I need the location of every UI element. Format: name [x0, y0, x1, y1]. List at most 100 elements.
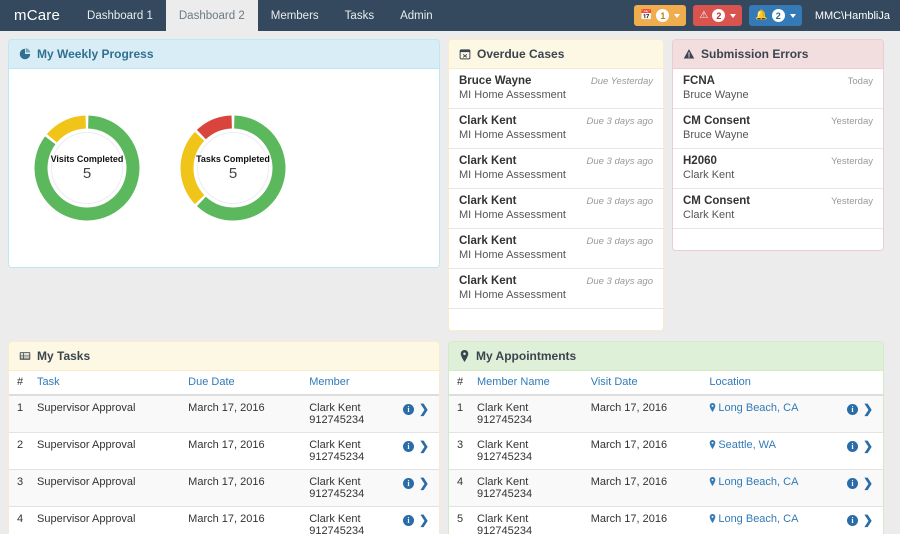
list-item[interactable]: Clark Kent Due 3 days ago MI Home Assessme… — [449, 189, 663, 229]
submission-errors-panel: Submission Errors FCNA Today Bruce Wayne CM… — [672, 39, 884, 251]
submission-errors-footer — [673, 229, 883, 250]
main-nav-tabs: Dashboard 1 Dashboard 2 Members Tasks Admin — [74, 0, 446, 31]
member-id: 912745234 — [477, 414, 533, 426]
info-icon[interactable]: i — [846, 514, 858, 526]
my-tasks-header: My Tasks — [9, 342, 439, 371]
list-item[interactable]: CM Consent Yesterday Bruce Wayne — [673, 109, 883, 149]
table-header-row: # Task Due Date Member — [9, 371, 439, 396]
notifications-badge-count: 2 — [771, 9, 785, 22]
member-name: Clark Kent — [309, 476, 361, 488]
chevron-right-icon[interactable]: ❯ — [863, 513, 873, 527]
info-icon[interactable]: i — [846, 403, 858, 415]
chevron-right-icon[interactable]: ❯ — [419, 402, 429, 416]
member-name: Clark Kent — [309, 513, 361, 525]
chevron-right-icon[interactable]: ❯ — [419, 476, 429, 490]
column-header[interactable]: Due Date — [182, 371, 304, 396]
warning-triangle-icon — [683, 48, 695, 60]
location-link[interactable]: Seattle, WA — [718, 439, 776, 451]
list-item[interactable]: Clark Kent Due 3 days ago MI Home Assessme… — [449, 269, 663, 309]
column-header[interactable]: Member — [303, 371, 395, 396]
table-row[interactable]: 1 Supervisor Approval March 17, 2016 Clark … — [9, 395, 439, 433]
column-header[interactable] — [839, 371, 883, 396]
location-link[interactable]: Long Beach, CA — [718, 476, 798, 488]
column-header[interactable]: # — [449, 371, 471, 396]
nav-tab-tasks[interactable]: Tasks — [332, 0, 387, 31]
table-row[interactable]: 5 Clark Kent 912745234 March 17, 2016 Long B… — [449, 506, 883, 534]
row-index: 2 — [9, 432, 31, 470]
list-item-name: H2060 — [683, 155, 717, 167]
nav-tab-dashboard-1[interactable]: Dashboard 1 — [74, 0, 166, 31]
overdue-cases-header: Overdue Cases — [449, 40, 663, 69]
chevron-right-icon[interactable]: ❯ — [863, 439, 873, 453]
due-date: March 17, 2016 — [182, 506, 304, 534]
donut-chart-tasks-completed[interactable]: Tasks Completed 5 — [173, 108, 293, 228]
list-item-subtitle: MI Home Assessment — [459, 89, 566, 101]
nav-tab-dashboard-2[interactable]: Dashboard 2 — [165, 0, 258, 31]
donut-svg — [180, 115, 286, 221]
table-list-icon — [19, 350, 31, 362]
chevron-right-icon[interactable]: ❯ — [863, 476, 873, 490]
user-menu[interactable]: MMC\HambliJa — [809, 10, 890, 22]
table-row[interactable]: 1 Clark Kent 912745234 March 17, 2016 Long B… — [449, 395, 883, 433]
chevron-right-icon[interactable]: ❯ — [419, 439, 429, 453]
row-index: 5 — [449, 506, 471, 534]
warning-alerts-button[interactable]: ⚠ 2 — [693, 5, 743, 26]
my-appointments-table: # Member Name Visit Date Location 1 Clark Ke… — [449, 371, 883, 534]
navbar-right-actions: 📅 1 ⚠ 2 🔔 2 MMC\HambliJa — [633, 0, 900, 31]
calendar-icon: 📅 — [639, 9, 653, 21]
table-row[interactable]: 3 Supervisor Approval March 17, 2016 Clark … — [9, 469, 439, 507]
list-item-top: Clark Kent Due 3 days ago — [459, 235, 653, 247]
column-header[interactable]: Task — [31, 371, 183, 396]
list-item-subtitle: Clark Kent — [683, 209, 735, 221]
member-name: Clark Kent — [477, 476, 529, 488]
member-cell: Clark Kent 912745234 — [471, 432, 585, 470]
list-item[interactable]: H2060 Yesterday Clark Kent — [673, 149, 883, 189]
column-header[interactable]: # — [9, 371, 31, 396]
row-index: 3 — [9, 469, 31, 507]
list-item[interactable]: Clark Kent Due 3 days ago MI Home Assessme… — [449, 109, 663, 149]
chevron-right-icon[interactable]: ❯ — [419, 513, 429, 527]
list-item[interactable]: Clark Kent Due 3 days ago MI Home Assessme… — [449, 149, 663, 189]
list-item-top: FCNA Today — [683, 75, 873, 87]
calendar-alerts-button[interactable]: 📅 1 — [633, 5, 687, 26]
column-header[interactable]: Location — [703, 371, 839, 396]
my-tasks-title: My Tasks — [37, 349, 91, 363]
member-id: 912745234 — [309, 525, 365, 534]
list-item-meta: Today — [847, 76, 873, 87]
brand-logo[interactable]: mCare — [0, 0, 74, 31]
info-icon[interactable]: i — [402, 477, 414, 489]
task-name: Supervisor Approval — [31, 469, 183, 507]
column-header[interactable]: Member Name — [471, 371, 585, 396]
column-header[interactable]: Visit Date — [584, 371, 704, 396]
list-item-name: FCNA — [683, 75, 715, 87]
table-row[interactable]: 4 Supervisor Approval March 17, 2016 Clark … — [9, 506, 439, 534]
list-item[interactable]: Bruce Wayne Due Yesterday MI Home Assessme… — [449, 69, 663, 109]
info-icon[interactable]: i — [402, 403, 414, 415]
info-icon[interactable]: i — [402, 514, 414, 526]
location-link[interactable]: Long Beach, CA — [718, 402, 798, 414]
info-icon[interactable]: i — [846, 440, 858, 452]
row-index: 1 — [449, 395, 471, 433]
list-item-meta: Due 3 days ago — [586, 236, 653, 247]
list-item[interactable]: CM Consent Yesterday Clark Kent — [673, 189, 883, 229]
table-row[interactable]: 2 Supervisor Approval March 17, 2016 Clark … — [9, 432, 439, 470]
location-link[interactable]: Long Beach, CA — [718, 513, 798, 525]
member-id: 912745234 — [477, 488, 533, 500]
chevron-right-icon[interactable]: ❯ — [863, 402, 873, 416]
overdue-cases-list: Bruce Wayne Due Yesterday MI Home Assessme… — [449, 69, 663, 309]
list-item-top: Clark Kent Due 3 days ago — [459, 275, 653, 287]
nav-tab-admin[interactable]: Admin — [387, 0, 446, 31]
notifications-button[interactable]: 🔔 2 — [749, 5, 802, 26]
table-row[interactable]: 4 Clark Kent 912745234 March 17, 2016 Long B… — [449, 469, 883, 507]
donut-chart-visits-completed[interactable]: Visits Completed 5 — [27, 108, 147, 228]
info-icon[interactable]: i — [846, 477, 858, 489]
map-pin-icon — [459, 350, 470, 362]
table-row[interactable]: 3 Clark Kent 912745234 March 17, 2016 Seattl… — [449, 432, 883, 470]
row-index: 4 — [9, 506, 31, 534]
member-cell: Clark Kent 912745234 — [303, 469, 395, 507]
nav-tab-members[interactable]: Members — [258, 0, 332, 31]
list-item[interactable]: FCNA Today Bruce Wayne — [673, 69, 883, 109]
column-header[interactable] — [395, 371, 439, 396]
info-icon[interactable]: i — [402, 440, 414, 452]
list-item[interactable]: Clark Kent Due 3 days ago MI Home Assessme… — [449, 229, 663, 269]
